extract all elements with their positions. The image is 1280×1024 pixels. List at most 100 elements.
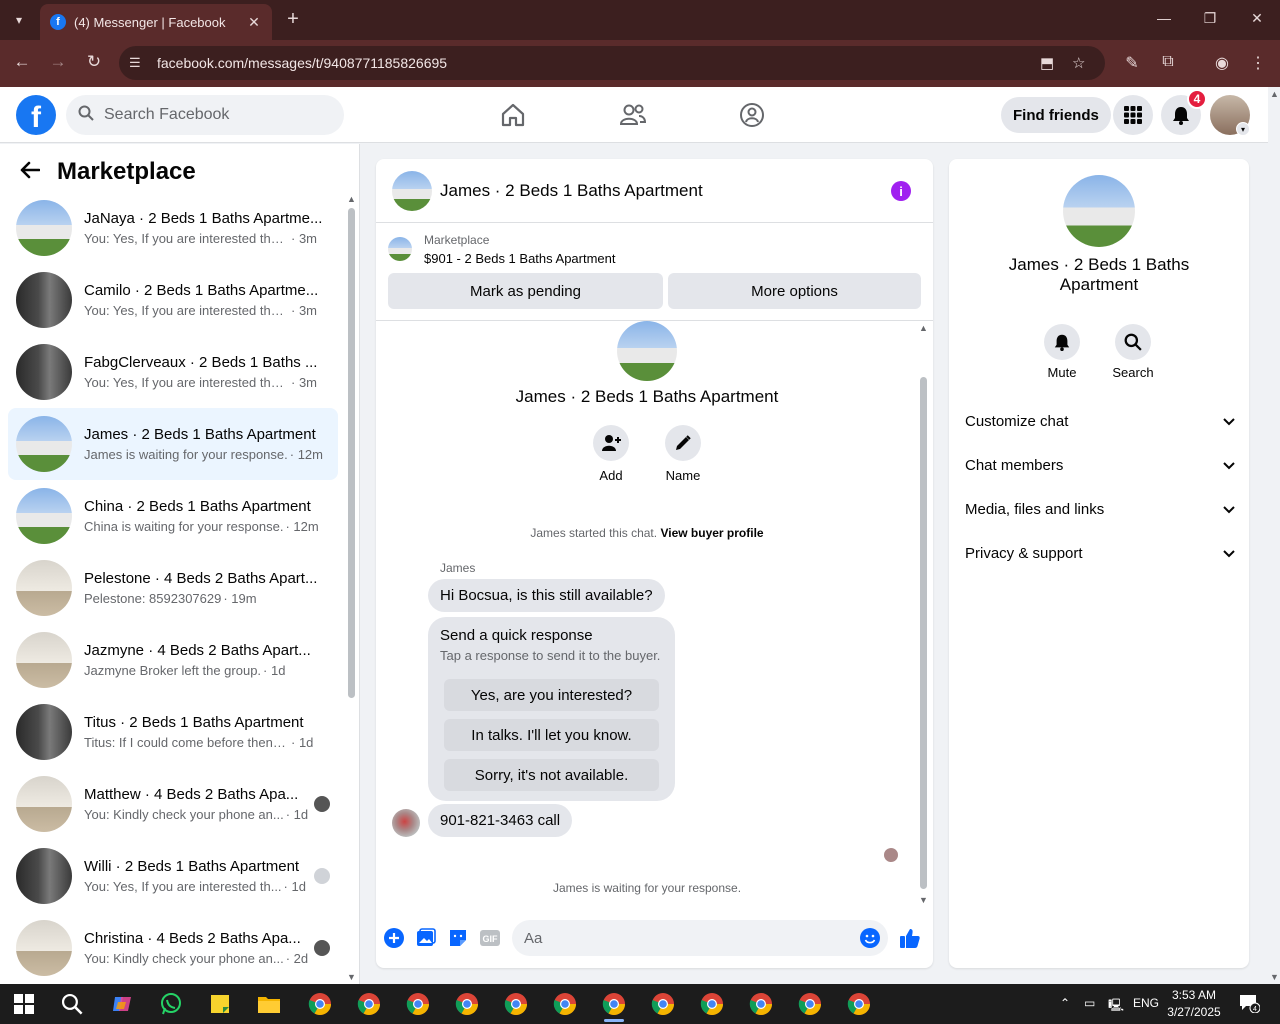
chat-list-item[interactable]: Christina · 4 Beds 2 Baths Apa... You: Ki… — [8, 912, 338, 984]
search-conversation-icon[interactable] — [1115, 324, 1151, 360]
mark-as-pending-button[interactable]: Mark as pending — [388, 273, 663, 309]
chrome-window-icon[interactable] — [747, 990, 775, 1018]
facebook-logo-icon[interactable]: f — [16, 95, 56, 135]
sticky-notes-icon[interactable] — [206, 990, 234, 1018]
chrome-window-icon[interactable] — [845, 990, 873, 1018]
chat-list-item[interactable]: Matthew · 4 Beds 2 Baths Apa... You: Kind… — [8, 768, 338, 840]
whatsapp-icon[interactable] — [157, 990, 185, 1018]
reload-button[interactable]: ↻ — [83, 52, 105, 72]
menu-grid-icon[interactable] — [1113, 95, 1153, 135]
edit-name-icon[interactable] — [665, 425, 701, 461]
facebook-search[interactable] — [66, 95, 344, 135]
tray-device-icon[interactable]: ▭ — [1084, 996, 1095, 1010]
bookmark-star-icon[interactable]: ☆ — [1072, 54, 1085, 72]
search-icon — [78, 105, 96, 125]
chrome-window-icon[interactable] — [355, 990, 383, 1018]
chrome-window-icon[interactable] — [453, 990, 481, 1018]
quick-reply-yes-button[interactable]: Yes, are you interested? — [444, 679, 659, 711]
chat-list-item[interactable]: China · 2 Beds 1 Baths Apartment China is… — [8, 480, 338, 552]
search-input[interactable] — [104, 106, 324, 124]
menu-icon[interactable]: ⋮ — [1247, 53, 1269, 73]
account-chevron-icon[interactable]: ▾ — [1236, 122, 1250, 136]
chrome-window-icon[interactable] — [306, 990, 334, 1018]
network-icon[interactable]: 🖳 — [1108, 996, 1124, 1017]
install-app-icon[interactable]: ⬒ — [1040, 54, 1054, 72]
customize-chat-section[interactable]: Customize chat — [965, 409, 1235, 433]
chat-list-item[interactable]: Jazmyne · 4 Beds 2 Baths Apart... Jazmyne… — [8, 624, 338, 696]
back-button[interactable]: ← — [11, 52, 33, 72]
find-friends-button[interactable]: Find friends — [1001, 97, 1111, 133]
privacy-support-section[interactable]: Privacy & support — [965, 541, 1235, 565]
address-bar[interactable]: ☰ facebook.com/messages/t/94087711858266… — [119, 46, 1105, 80]
profile-icon[interactable]: ◉ — [1211, 53, 1233, 73]
file-explorer-icon[interactable] — [255, 990, 283, 1018]
language-indicator[interactable]: ENG — [1133, 996, 1159, 1010]
chrome-window-icon[interactable] — [404, 990, 432, 1018]
message-bubble[interactable]: Hi Bocsua, is this still available? — [428, 579, 665, 612]
system-clock[interactable]: 3:53 AM 3/27/2025 — [1162, 987, 1226, 1021]
friends-icon[interactable] — [617, 99, 649, 131]
groups-icon[interactable] — [736, 99, 768, 131]
chrome-window-icon[interactable] — [796, 990, 824, 1018]
windows-start-icon[interactable] — [10, 990, 38, 1018]
mute-bell-icon[interactable] — [1044, 324, 1080, 360]
more-options-button[interactable]: More options — [668, 273, 921, 309]
new-tab-button[interactable]: + — [282, 8, 304, 31]
quick-reply-in-talks-button[interactable]: In talks. I'll let you know. — [444, 719, 659, 751]
minimize-button[interactable]: — — [1154, 10, 1174, 26]
chrome-window-icon[interactable] — [698, 990, 726, 1018]
close-tab-icon[interactable]: ✕ — [246, 14, 262, 31]
chat-list-item[interactable]: FabgClerveaux · 2 Beds 1 Baths ... You: Y… — [8, 336, 338, 408]
close-window-button[interactable]: ✕ — [1247, 10, 1267, 27]
message-input-wrapper[interactable] — [512, 920, 888, 956]
chat-list-item[interactable]: James · 2 Beds 1 Baths Apartment James is… — [8, 408, 338, 480]
quick-reply-not-available-button[interactable]: Sorry, it's not available. — [444, 759, 659, 791]
gif-icon[interactable]: GIF — [479, 927, 501, 949]
back-arrow-icon[interactable] — [20, 159, 44, 185]
like-thumbs-up-icon[interactable] — [899, 927, 921, 949]
message-input[interactable] — [524, 929, 844, 947]
taskbar-search-icon[interactable] — [58, 990, 86, 1018]
pen-icon[interactable]: ✎ — [1121, 53, 1143, 73]
chat-name: FabgClerveaux · 2 Beds 1 Baths ... — [84, 354, 318, 371]
sticker-icon[interactable] — [447, 927, 469, 949]
notification-center-icon[interactable]: 4 — [1238, 993, 1261, 1016]
chat-list-item[interactable]: Pelestone · 4 Beds 2 Baths Apart... Peles… — [8, 552, 338, 624]
chat-members-section[interactable]: Chat members — [965, 453, 1235, 477]
copilot-icon[interactable] — [108, 990, 136, 1018]
home-icon[interactable] — [497, 99, 529, 131]
add-person-icon[interactable] — [593, 425, 629, 461]
sender-avatar[interactable] — [392, 809, 420, 837]
sidebar-scrollbar[interactable]: ▲ ▼ — [347, 194, 356, 984]
chrome-window-icon[interactable] — [600, 990, 628, 1022]
photo-icon[interactable] — [415, 927, 437, 949]
emoji-icon[interactable] — [859, 927, 881, 949]
plus-actions-icon[interactable] — [383, 927, 405, 949]
chat-list-item[interactable]: Titus · 2 Beds 1 Baths Apartment Titus: I… — [8, 696, 338, 768]
browser-tab[interactable]: f (4) Messenger | Facebook ✕ — [40, 4, 272, 40]
thread-title: James · 2 Beds 1 Baths Apartment — [515, 387, 779, 406]
chat-list-item[interactable]: JaNaya · 2 Beds 1 Baths Apartme... You: Y… — [8, 192, 338, 264]
chrome-window-icon[interactable] — [551, 990, 579, 1018]
extensions-icon[interactable]: ⧉ — [1157, 53, 1179, 71]
message-bubble[interactable]: 901-821-3463 call — [428, 804, 573, 837]
section-label: Media, files and links — [965, 500, 1105, 518]
tray-overflow-chevron-icon[interactable]: ⌃ — [1060, 996, 1070, 1010]
chrome-window-icon[interactable] — [502, 990, 530, 1018]
chat-list-item[interactable]: Camilo · 2 Beds 1 Baths Apartme... You: Y… — [8, 264, 338, 336]
listing-title[interactable]: $901 - 2 Beds 1 Baths Apartment — [424, 251, 616, 266]
site-info-icon[interactable]: ☰ — [129, 55, 149, 71]
info-icon[interactable]: i — [891, 181, 911, 201]
forward-button[interactable]: → — [47, 52, 69, 72]
chrome-window-icon[interactable] — [649, 990, 677, 1018]
chat-list-item[interactable]: Willi · 2 Beds 1 Baths Apartment You: Yes… — [8, 840, 338, 912]
thread-scrollbar[interactable]: ▲ ▼ — [917, 323, 929, 905]
view-buyer-profile-link[interactable]: View buyer profile — [660, 526, 763, 540]
listing-thumbnail[interactable] — [388, 237, 412, 261]
media-files-links-section[interactable]: Media, files and links — [965, 497, 1235, 521]
page-scrollbar[interactable]: ▲ ▼ — [1268, 87, 1280, 984]
chat-thumbnail — [16, 632, 72, 688]
restore-button[interactable]: ❐ — [1200, 10, 1220, 27]
tab-search-button[interactable]: ▾ — [6, 7, 32, 33]
conversation-header[interactable]: James · 2 Beds 1 Baths Apartment i — [376, 159, 933, 223]
